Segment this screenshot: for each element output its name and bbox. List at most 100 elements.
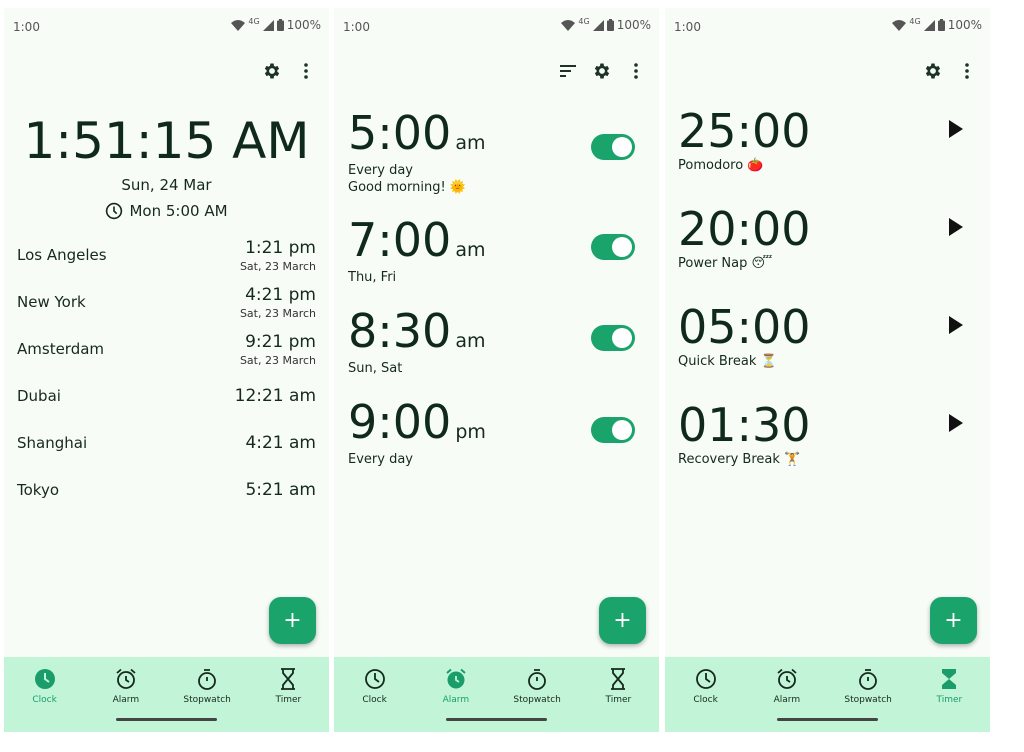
alarm-icon [777, 668, 797, 689]
alarm-period: am [455, 132, 486, 154]
nav-tab-stopwatch[interactable]: Stopwatch [502, 666, 572, 705]
more-options-button[interactable] [950, 54, 984, 88]
nav-label-alarm: Alarm [773, 695, 801, 705]
alarm-time: 5:00 [348, 106, 452, 160]
alarm-repeat: Every day [348, 452, 413, 467]
alarm-time: 8:30 [348, 304, 452, 358]
city-time: 4:21 am [245, 433, 316, 453]
city-name: Tokyo [17, 481, 59, 499]
alarm-item[interactable]: 5:00 am Every day Good morning! 🌞 [348, 108, 645, 196]
next-alarm-text: Mon 5:00 AM [129, 202, 228, 220]
city-date: Sat, 23 March [239, 260, 316, 273]
alarm-toggle[interactable] [591, 134, 635, 160]
city-row[interactable]: Dubai 12:21 am [17, 379, 316, 426]
wifi-icon [561, 19, 576, 31]
settings-button[interactable] [255, 54, 289, 88]
status-bar: 1:00 4G 100% [334, 8, 659, 46]
alarm-period: pm [455, 421, 486, 443]
alarm-item[interactable]: 7:00 am Thu, Fri [348, 215, 645, 286]
nav-label-timer: Timer [275, 695, 302, 705]
clock-icon [364, 669, 385, 689]
nav-tab-clock[interactable]: Clock [340, 666, 410, 705]
city-name: New York [17, 293, 86, 311]
settings-button[interactable] [585, 54, 619, 88]
network-type: 4G [909, 16, 921, 26]
more-vert-icon [634, 63, 638, 79]
nav-label-stopwatch: Stopwatch [844, 695, 892, 705]
timer-label: Power Nap 😴 [678, 256, 773, 271]
more-options-button[interactable] [289, 54, 323, 88]
alarm-item[interactable]: 9:00 pm Every day [348, 397, 645, 468]
play-icon[interactable] [949, 218, 963, 236]
battery-icon [606, 19, 614, 31]
timer-duration: 01:30 [678, 398, 811, 452]
plus-icon: + [613, 608, 632, 633]
nav-tab-stopwatch[interactable]: Stopwatch [833, 666, 903, 705]
city-date: Sat, 23 March [239, 307, 316, 320]
city-row[interactable]: Tokyo 5:21 am [17, 473, 316, 520]
alarm-toggle[interactable] [591, 234, 635, 260]
nav-tab-clock[interactable]: Clock [671, 666, 741, 705]
hourglass-icon [942, 669, 957, 689]
add-alarm-button[interactable]: + [599, 597, 646, 644]
alarm-toggle[interactable] [591, 417, 635, 443]
toggle-knob [612, 237, 632, 257]
city-row[interactable]: Amsterdam 9:21 pm Sat, 23 March [17, 332, 316, 379]
nav-tab-clock[interactable]: Clock [10, 666, 80, 705]
nav-tab-timer[interactable]: Timer [583, 666, 653, 705]
city-name: Los Angeles [17, 246, 107, 264]
home-indicator[interactable] [116, 718, 217, 721]
gear-icon [594, 63, 610, 79]
alarm-item[interactable]: 8:30 am Sun, Sat [348, 306, 645, 377]
hourglass-icon [611, 668, 626, 690]
nav-tab-timer[interactable]: Timer [914, 666, 984, 705]
home-indicator[interactable] [777, 718, 878, 721]
stopwatch-icon [859, 669, 878, 690]
nav-tab-alarm[interactable]: Alarm [91, 666, 161, 705]
signal-icon [592, 19, 604, 31]
add-city-button[interactable]: + [269, 597, 316, 644]
play-icon[interactable] [949, 120, 963, 138]
timer-item[interactable]: 05:00 Quick Break ⏳ [678, 302, 977, 369]
more-options-button[interactable] [619, 54, 653, 88]
alarm-time: 7:00 [348, 213, 452, 267]
play-icon[interactable] [949, 316, 963, 334]
timer-item[interactable]: 01:30 Recovery Break 🏋 [678, 400, 977, 467]
timer-label: Pomodoro 🍅 [678, 158, 764, 173]
nav-label-stopwatch: Stopwatch [513, 695, 561, 705]
nav-tab-stopwatch[interactable]: Stopwatch [172, 666, 242, 705]
hourglass-icon [281, 668, 296, 690]
play-icon[interactable] [949, 414, 963, 432]
city-row[interactable]: Shanghai 4:21 am [17, 426, 316, 473]
settings-button[interactable] [916, 54, 950, 88]
clock-screen: 1:00 4G 100% 1:51:15 AM Sun, 24 Mar Mon … [4, 8, 329, 732]
nav-tab-alarm[interactable]: Alarm [421, 666, 491, 705]
next-alarm[interactable]: Mon 5:00 AM [4, 202, 329, 220]
signal-icon [923, 19, 935, 31]
clock-icon [695, 669, 716, 689]
alarm-repeat: Every day [348, 163, 413, 178]
toggle-knob [612, 137, 632, 157]
status-bar: 1:00 4G 100% [4, 8, 329, 46]
timer-item[interactable]: 20:00 Power Nap 😴 [678, 204, 977, 271]
status-bar: 1:00 4G 100% [665, 8, 990, 46]
city-name: Dubai [17, 387, 61, 405]
add-timer-button[interactable]: + [930, 597, 977, 644]
nav-tab-timer[interactable]: Timer [253, 666, 323, 705]
city-row[interactable]: Los Angeles 1:21 pm Sat, 23 March [17, 238, 316, 285]
city-row[interactable]: New York 4:21 pm Sat, 23 March [17, 285, 316, 332]
timer-item[interactable]: 25:00 Pomodoro 🍅 [678, 106, 977, 173]
battery-icon [937, 19, 945, 31]
nav-tab-alarm[interactable]: Alarm [752, 666, 822, 705]
alarm-screen: 1:00 4G 100% 5:00 am Every day Good morni… [334, 8, 659, 732]
wifi-icon [231, 19, 246, 31]
sort-button[interactable] [551, 54, 585, 88]
nav-label-clock: Clock [693, 695, 718, 705]
battery-level: 100% [947, 18, 982, 32]
status-time: 1:00 [13, 20, 40, 34]
nav-label-clock: Clock [32, 695, 57, 705]
alarm-toggle[interactable] [591, 325, 635, 351]
home-indicator[interactable] [446, 718, 547, 721]
alarm-period: am [455, 330, 486, 352]
stopwatch-icon [528, 669, 547, 690]
